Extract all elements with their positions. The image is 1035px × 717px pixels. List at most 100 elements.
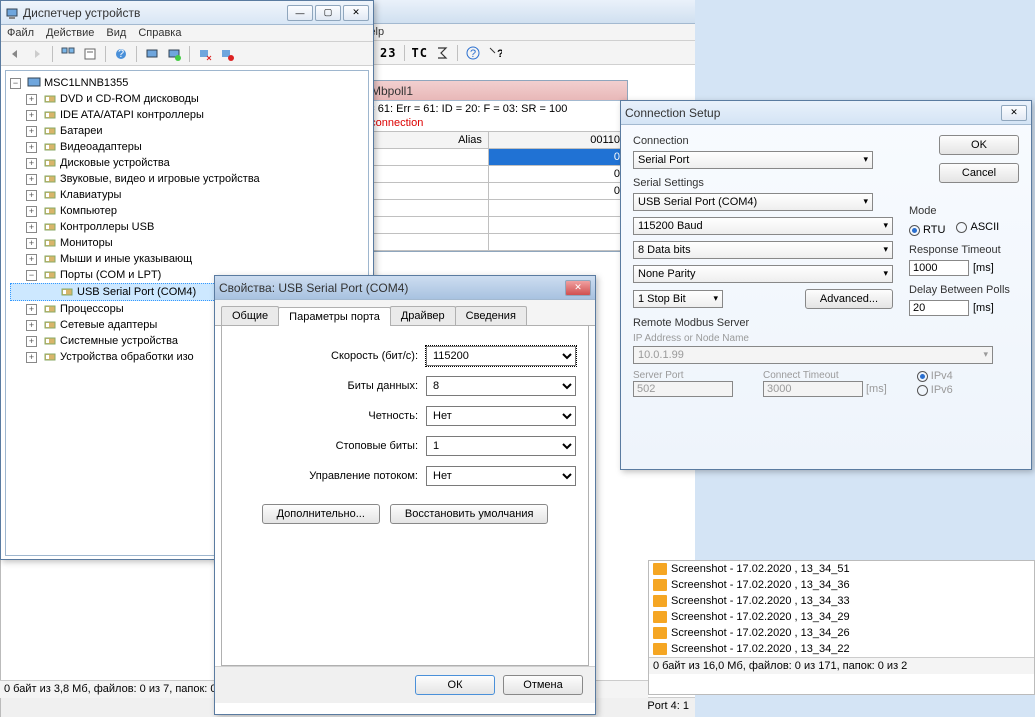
file-row[interactable]: Screenshot - 17.02.2020 , 13_34_33	[649, 593, 1034, 609]
cell-value[interactable]	[488, 234, 626, 251]
tree-item[interactable]: +Мониторы	[10, 235, 364, 251]
tab-details[interactable]: Сведения	[455, 306, 527, 325]
tree-item[interactable]: +Контроллеры USB	[10, 219, 364, 235]
file-row[interactable]: Screenshot - 17.02.2020 , 13_34_36	[649, 577, 1034, 593]
expand-icon[interactable]: +	[26, 238, 37, 249]
cell-value[interactable]: 0	[488, 149, 626, 166]
cell-value[interactable]	[488, 200, 626, 217]
tree-item[interactable]: +Дисковые устройства	[10, 155, 364, 171]
menu-action[interactable]: Действие	[46, 27, 94, 39]
help-icon[interactable]: ?	[485, 43, 505, 63]
tree-item[interactable]: +Батареи	[10, 123, 364, 139]
expand-icon[interactable]: +	[26, 352, 37, 363]
speed-select[interactable]: 115200	[426, 346, 576, 366]
scan-icon[interactable]	[142, 44, 162, 64]
expand-icon[interactable]: +	[26, 206, 37, 217]
expand-icon[interactable]: +	[26, 222, 37, 233]
stopbits-combo[interactable]: 1 Stop Bit	[633, 290, 723, 308]
file-row[interactable]: Screenshot - 17.02.2020 , 13_34_26	[649, 625, 1034, 641]
cell-value[interactable]: 0	[488, 166, 626, 183]
tree-item[interactable]: +Видеоадаптеры	[10, 139, 364, 155]
cell-value[interactable]: 0	[488, 183, 626, 200]
sigma-icon[interactable]	[432, 43, 452, 63]
expand-icon[interactable]: +	[26, 110, 37, 121]
cell-alias[interactable]	[370, 234, 489, 251]
expand-icon[interactable]: +	[26, 336, 37, 347]
rtu-radio[interactable]: RTU	[909, 224, 945, 236]
properties-icon[interactable]	[80, 44, 100, 64]
expand-icon[interactable]: +	[26, 190, 37, 201]
advanced-button[interactable]: Дополнительно...	[262, 504, 380, 524]
stopbits-select[interactable]: 1	[426, 436, 576, 456]
mbpoll-data-table[interactable]: Alias00110 00 10 20 3 4 5	[349, 131, 627, 251]
restore-defaults-button[interactable]: Восстановить умолчания	[390, 504, 549, 524]
expand-icon[interactable]: +	[26, 320, 37, 331]
file-row[interactable]: Screenshot - 17.02.2020 , 13_34_22	[649, 641, 1034, 657]
tree-view-icon[interactable]	[58, 44, 78, 64]
uninstall-icon[interactable]	[195, 44, 215, 64]
file-row[interactable]: Screenshot - 17.02.2020 , 13_34_51	[649, 561, 1034, 577]
databits-select[interactable]: 8	[426, 376, 576, 396]
cell-value[interactable]	[488, 217, 626, 234]
menu-file[interactable]: Файл	[7, 27, 34, 39]
help-icon[interactable]: ?	[111, 44, 131, 64]
expand-icon[interactable]: +	[26, 94, 37, 105]
file-row[interactable]: Screenshot - 17.02.2020 , 13_34_29	[649, 609, 1034, 625]
propdlg-titlebar[interactable]: Свойства: USB Serial Port (COM4) ✕	[215, 276, 595, 300]
expand-icon[interactable]: +	[26, 254, 37, 265]
tree-item[interactable]: +Компьютер	[10, 203, 364, 219]
tree-item[interactable]: +Мыши и иные указывающ	[10, 251, 364, 267]
cancel-button[interactable]: Cancel	[939, 163, 1019, 183]
cell-alias[interactable]	[370, 200, 489, 217]
about-icon[interactable]: ?	[463, 43, 483, 63]
tab-driver[interactable]: Драйвер	[390, 306, 456, 325]
close-button[interactable]: ✕	[343, 5, 369, 21]
expand-icon[interactable]: +	[26, 126, 37, 137]
expand-icon[interactable]: +	[26, 158, 37, 169]
delay-input[interactable]	[909, 300, 969, 316]
tab-general[interactable]: Общие	[221, 306, 279, 325]
tree-item[interactable]: +DVD и CD-ROM дисководы	[10, 91, 364, 107]
advanced-button[interactable]: Advanced...	[805, 289, 893, 309]
tab-port-settings[interactable]: Параметры порта	[278, 307, 391, 326]
connection-combo[interactable]: Serial Port	[633, 151, 873, 169]
tree-item[interactable]: +Клавиатуры	[10, 187, 364, 203]
cell-alias[interactable]	[370, 149, 489, 166]
expand-icon[interactable]: +	[26, 304, 37, 315]
tree-root[interactable]: −MSC1LNNB1355	[10, 75, 364, 91]
cancel-button[interactable]: Отмена	[503, 675, 583, 695]
close-button[interactable]: ✕	[1001, 105, 1027, 121]
forward-icon[interactable]	[27, 44, 47, 64]
cell-alias[interactable]	[370, 217, 489, 234]
conndlg-titlebar[interactable]: Connection Setup ✕	[621, 101, 1031, 125]
cell-alias[interactable]	[370, 183, 489, 200]
ascii-radio[interactable]: ASCII	[956, 221, 999, 233]
toolbar-tc[interactable]: TC	[410, 46, 430, 60]
minimize-button[interactable]: —	[287, 5, 313, 21]
maximize-button[interactable]: ▢	[315, 5, 341, 21]
response-timeout-input[interactable]	[909, 260, 969, 276]
parity-combo[interactable]: None Parity	[633, 265, 893, 283]
ok-button[interactable]: ОК	[415, 675, 495, 695]
col-alias[interactable]: Alias	[370, 132, 489, 149]
collapse-icon[interactable]: −	[26, 270, 37, 281]
mbpoll-child-titlebar[interactable]: Mbpoll1	[349, 81, 627, 101]
col-value[interactable]: 00110	[488, 132, 626, 149]
cell-alias[interactable]	[370, 166, 489, 183]
menu-view[interactable]: Вид	[106, 27, 126, 39]
ok-button[interactable]: OK	[939, 135, 1019, 155]
tree-item[interactable]: +Звуковые, видео и игровые устройства	[10, 171, 364, 187]
update-icon[interactable]	[164, 44, 184, 64]
tree-item[interactable]: +IDE ATA/ATAPI контроллеры	[10, 107, 364, 123]
disable-icon[interactable]	[217, 44, 237, 64]
close-button[interactable]: ✕	[565, 280, 591, 296]
serial-port-combo[interactable]: USB Serial Port (COM4)	[633, 193, 873, 211]
baud-combo[interactable]: 115200 Baud	[633, 217, 893, 235]
expand-icon[interactable]: +	[26, 142, 37, 153]
menu-help[interactable]: Справка	[138, 27, 181, 39]
devmgr-titlebar[interactable]: Диспетчер устройств — ▢ ✕	[1, 1, 373, 25]
back-icon[interactable]	[5, 44, 25, 64]
collapse-icon[interactable]: −	[10, 78, 21, 89]
flowcontrol-select[interactable]: Нет	[426, 466, 576, 486]
parity-select[interactable]: Нет	[426, 406, 576, 426]
